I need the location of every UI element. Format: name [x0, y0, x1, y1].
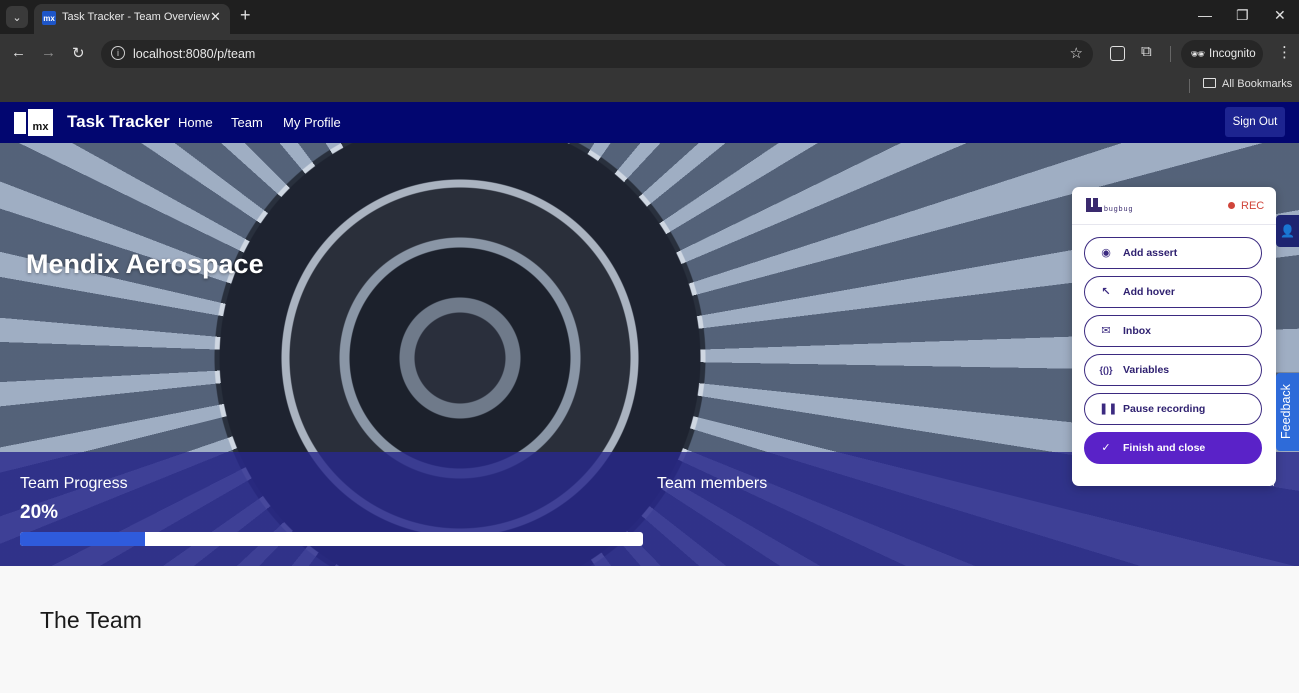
- mail-icon: ✉: [1101, 325, 1111, 337]
- all-bookmarks-label: All Bookmarks: [1222, 78, 1293, 90]
- app-title[interactable]: Task Tracker: [67, 112, 170, 132]
- team-progress-value: 20%: [20, 502, 59, 523]
- tab-title: Task Tracker - Team Overview: [62, 11, 210, 23]
- inbox-button[interactable]: ✉ Inbox: [1084, 315, 1262, 347]
- nav-team[interactable]: Team: [231, 115, 263, 130]
- bookmark-star-icon[interactable]: ☆: [1070, 44, 1083, 62]
- cursor-icon: ↖: [1101, 286, 1111, 298]
- chevron-down-icon: ⌄: [12, 11, 22, 24]
- team-progress-bar: [20, 532, 643, 546]
- reading-list-icon[interactable]: [1110, 46, 1125, 61]
- finish-and-close-label: Finish and close: [1123, 442, 1206, 454]
- add-assert-button[interactable]: ◉ Add assert: [1084, 237, 1262, 269]
- nav-home[interactable]: Home: [178, 115, 213, 130]
- inbox-label: Inbox: [1123, 325, 1151, 337]
- bugbug-recorder-panel: bugbug REC ◉ Add assert ↖ Add hover ✉ In…: [1072, 187, 1276, 486]
- pause-icon: ❚❚: [1099, 403, 1118, 415]
- add-assert-label: Add assert: [1123, 247, 1178, 259]
- browser-tab-strip: ⌄ mx Task Tracker - Team Overview ✕ + — …: [0, 0, 1299, 34]
- pause-recording-button[interactable]: ❚❚ Pause recording: [1084, 393, 1262, 425]
- folder-icon: [1203, 78, 1216, 88]
- hero-title: Mendix Aerospace: [26, 249, 264, 279]
- favicon-icon: mx: [42, 11, 56, 25]
- toolbar-divider: [1170, 46, 1171, 62]
- address-bar[interactable]: i localhost:8080/p/team ☆: [101, 40, 1093, 68]
- browser-tab-active[interactable]: mx Task Tracker - Team Overview ✕: [34, 4, 230, 34]
- reload-icon[interactable]: ↻: [72, 44, 85, 62]
- braces-icon: {()}: [1099, 365, 1113, 375]
- record-dot-icon: [1228, 202, 1235, 209]
- recording-status-label: REC: [1241, 200, 1265, 212]
- side-user-tab[interactable]: 👤: [1276, 215, 1299, 247]
- eye-icon: ◉: [1101, 247, 1111, 259]
- team-members-label: Team members: [657, 475, 768, 492]
- pause-recording-label: Pause recording: [1123, 403, 1206, 415]
- tab-close-icon[interactable]: ✕: [210, 9, 221, 25]
- incognito-label: Incognito: [1209, 48, 1256, 60]
- browser-toolbar: ← → ↻ i localhost:8080/p/team ☆ ⧉ 🕶 Inco…: [0, 34, 1299, 102]
- bugbug-header: bugbug REC: [1072, 187, 1276, 225]
- variables-label: Variables: [1123, 364, 1170, 376]
- team-progress-label: Team Progress: [20, 475, 128, 492]
- variables-button[interactable]: {()} Variables: [1084, 354, 1262, 386]
- feedback-label: Feedback: [1279, 384, 1293, 439]
- all-bookmarks-button[interactable]: All Bookmarks: [1203, 78, 1292, 90]
- feedback-tab[interactable]: Feedback: [1276, 373, 1299, 451]
- finish-and-close-button[interactable]: ✓ Finish and close: [1084, 432, 1262, 464]
- minimize-icon[interactable]: —: [1198, 7, 1212, 23]
- team-progress-fill: [20, 532, 145, 546]
- browser-menu-icon[interactable]: ⋮: [1277, 43, 1292, 61]
- window-close-icon[interactable]: ✕: [1274, 7, 1286, 24]
- new-tab-icon[interactable]: +: [240, 5, 251, 26]
- site-info-icon[interactable]: i: [111, 46, 125, 60]
- mendix-logo[interactable]: mx: [14, 109, 53, 136]
- team-heading: The Team: [40, 607, 142, 633]
- nav-my-profile[interactable]: My Profile: [283, 115, 341, 130]
- sign-out-button[interactable]: Sign Out: [1225, 107, 1285, 137]
- add-hover-label: Add hover: [1123, 286, 1175, 298]
- team-section: The Team: [0, 566, 1299, 693]
- user-settings-icon: 👤: [1280, 224, 1295, 238]
- restore-icon[interactable]: ❐: [1236, 7, 1249, 24]
- logo-box: mx: [28, 109, 53, 136]
- check-icon: ✓: [1101, 442, 1111, 454]
- bugbug-brand: bugbug: [1104, 206, 1134, 213]
- logo-bar: [14, 112, 26, 134]
- forward-arrow-icon[interactable]: →: [41, 44, 56, 61]
- tab-search-button[interactable]: ⌄: [6, 6, 28, 28]
- app-navbar: mx Task Tracker Home Team My Profile Sig…: [0, 102, 1299, 143]
- incognito-icon: 🕶: [1190, 47, 1206, 61]
- url-text[interactable]: localhost:8080/p/team: [133, 47, 255, 61]
- recording-status: REC: [1228, 200, 1264, 212]
- add-hover-button[interactable]: ↖ Add hover: [1084, 276, 1262, 308]
- extensions-puzzle-icon[interactable]: ⧉: [1141, 43, 1152, 60]
- bookmarks-divider: [1189, 79, 1190, 93]
- bugbug-logo-icon: [1086, 198, 1102, 212]
- back-arrow-icon[interactable]: ←: [11, 44, 26, 61]
- incognito-badge[interactable]: 🕶 Incognito: [1181, 40, 1263, 68]
